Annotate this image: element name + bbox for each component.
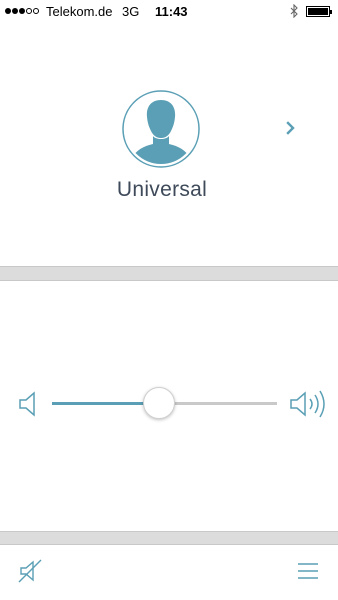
bottom-toolbar <box>0 545 338 600</box>
slider-fill <box>52 401 158 405</box>
section-divider <box>0 266 338 281</box>
signal-dot <box>12 8 18 14</box>
profile-name: Universal <box>116 178 208 201</box>
volume-slider[interactable] <box>52 387 277 419</box>
battery-icon <box>306 6 332 17</box>
signal-strength-indicator <box>5 8 39 14</box>
volume-section <box>0 281 338 531</box>
slider-thumb[interactable] <box>142 387 175 419</box>
signal-dot <box>5 8 11 14</box>
section-divider <box>0 531 338 545</box>
speaker-high-icon[interactable] <box>288 388 328 420</box>
hamburger-menu-icon[interactable] <box>297 562 319 580</box>
signal-dot <box>19 8 25 14</box>
user-avatar-icon[interactable] <box>122 90 200 168</box>
status-bar: Telekom.de 3G 11:43 <box>0 0 338 24</box>
signal-dot <box>26 8 32 14</box>
carrier-name: Telekom.de <box>46 4 113 19</box>
profile-section[interactable]: Universal <box>0 24 338 266</box>
speaker-mute-icon[interactable] <box>17 558 43 584</box>
battery-tip <box>330 10 332 14</box>
signal-dot <box>33 8 39 14</box>
bluetooth-icon <box>290 4 298 18</box>
network-type: 3G <box>122 4 140 19</box>
clock-time: 11:43 <box>155 4 188 19</box>
battery-fill <box>308 8 328 15</box>
chevron-right-icon[interactable] <box>284 121 298 135</box>
speaker-low-icon[interactable] <box>18 391 42 417</box>
